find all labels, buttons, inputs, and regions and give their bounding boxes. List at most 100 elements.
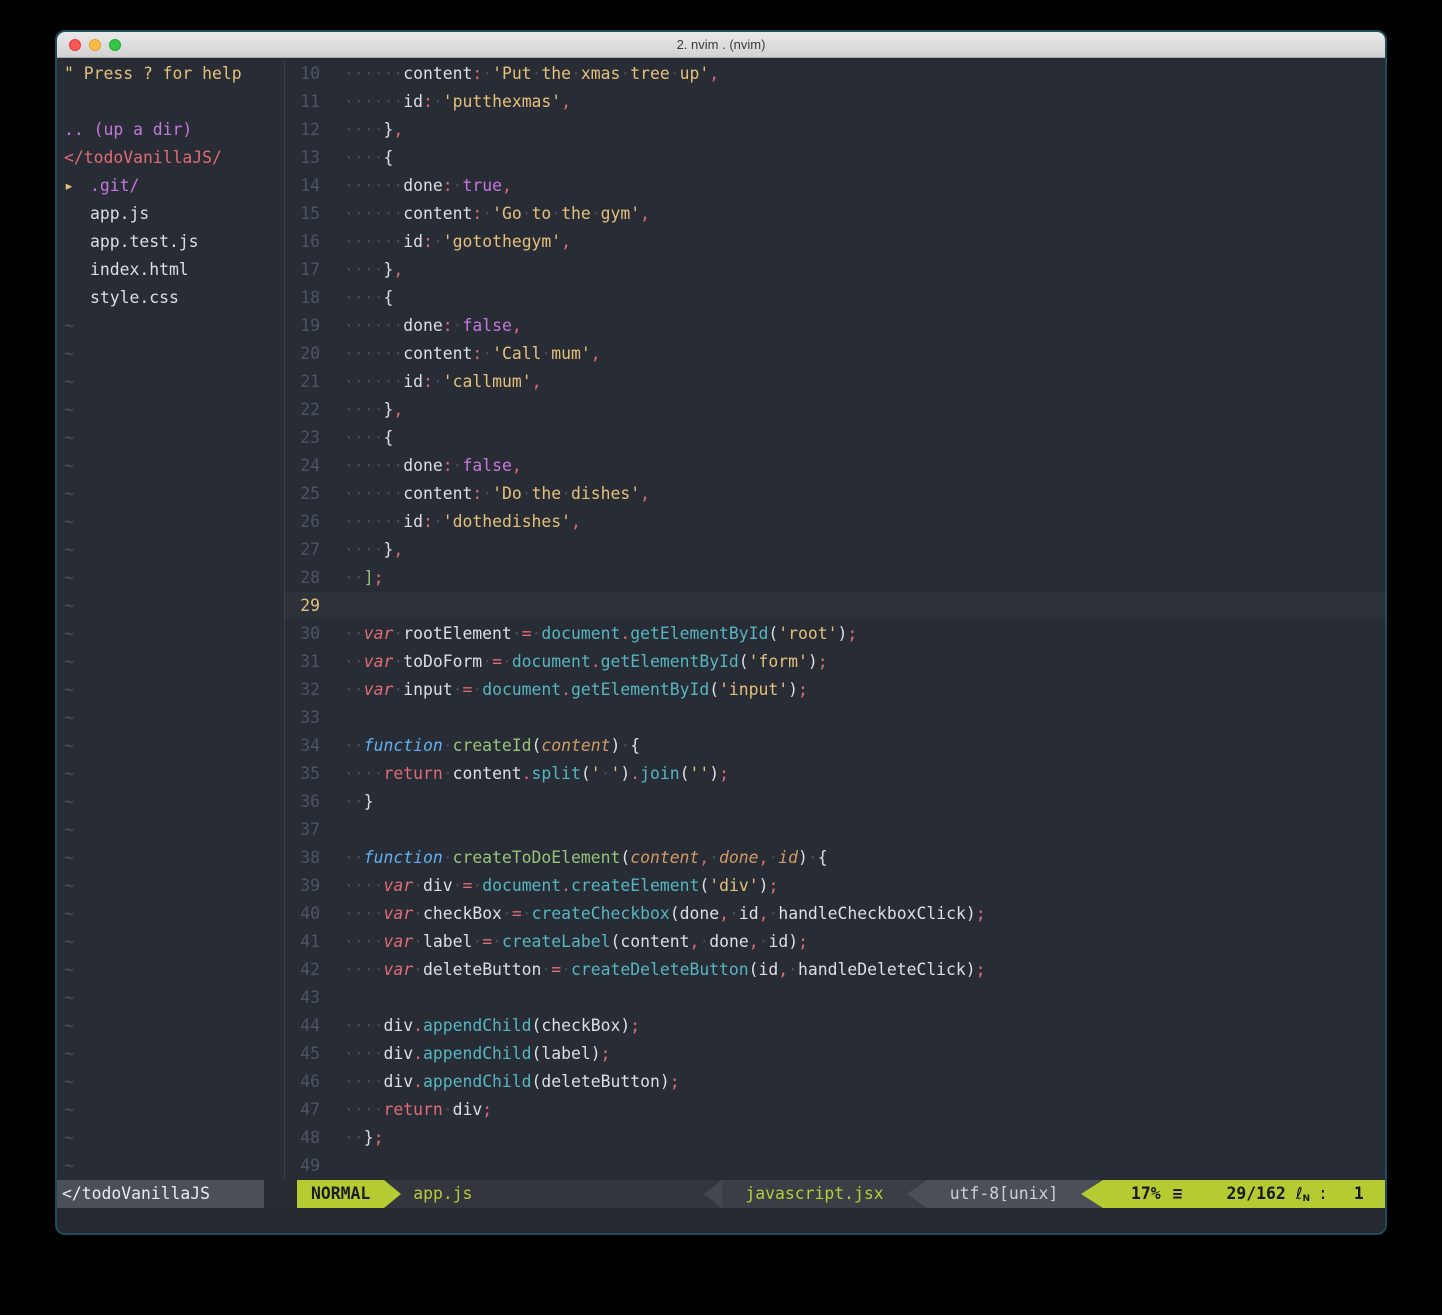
code-line-13[interactable]: 13····{ bbox=[285, 144, 1385, 172]
empty-buffer-tilde: ~ bbox=[57, 984, 284, 1012]
code-line-33[interactable]: 33 bbox=[285, 704, 1385, 732]
code-line-11[interactable]: 11······id:·'putthexmas', bbox=[285, 88, 1385, 116]
encoding-segment: utf-8[unix] bbox=[927, 1180, 1081, 1208]
zoom-button[interactable] bbox=[109, 39, 121, 51]
empty-buffer-tilde: ~ bbox=[57, 788, 284, 816]
line-number: 22 bbox=[285, 396, 333, 424]
line-number: 46 bbox=[285, 1068, 333, 1096]
code-line-16[interactable]: 16······id:·'gotothegym', bbox=[285, 228, 1385, 256]
tree-root[interactable]: </todoVanillaJS/ bbox=[57, 144, 284, 172]
tree-up-dir[interactable]: .. (up a dir) bbox=[57, 116, 284, 144]
code-line-31[interactable]: 31··var·toDoForm·=·document.getElementBy… bbox=[285, 648, 1385, 676]
code-line-34[interactable]: 34··function·createId(content)·{ bbox=[285, 732, 1385, 760]
line-number: 23 bbox=[285, 424, 333, 452]
collapsed-dir-arrow-icon[interactable]: ▸ bbox=[64, 172, 90, 200]
empty-buffer-tilde: ~ bbox=[57, 592, 284, 620]
code-line-text: ··var·input·=·document.getElementById('i… bbox=[333, 676, 808, 704]
code-line-27[interactable]: 27····}, bbox=[285, 536, 1385, 564]
filename-segment: app.js bbox=[401, 1180, 704, 1208]
code-line-23[interactable]: 23····{ bbox=[285, 424, 1385, 452]
line-number: 49 bbox=[285, 1152, 333, 1180]
line-number: 38 bbox=[285, 844, 333, 872]
code-line-14[interactable]: 14······done:·true, bbox=[285, 172, 1385, 200]
code-line-37[interactable]: 37 bbox=[285, 816, 1385, 844]
code-line-46[interactable]: 46····div.appendChild(deleteButton); bbox=[285, 1068, 1385, 1096]
code-line-text: ··function·createToDoElement(content,·do… bbox=[333, 844, 828, 872]
code-line-15[interactable]: 15······content:·'Go·to·the·gym', bbox=[285, 200, 1385, 228]
code-line-47[interactable]: 47····return·div; bbox=[285, 1096, 1385, 1124]
code-line-text: ······content:·'Go·to·the·gym', bbox=[333, 200, 650, 228]
tree-help-line[interactable]: " Press ? for help bbox=[57, 60, 284, 88]
tree-item-index-html[interactable]: index.html bbox=[57, 256, 284, 284]
code-line-text: ····var·label·=·createLabel(content,·don… bbox=[333, 928, 808, 956]
window-title: 2. nvim . (nvim) bbox=[57, 32, 1385, 57]
close-button[interactable] bbox=[69, 39, 81, 51]
tree-item-label: app.test.js bbox=[90, 232, 199, 251]
line-number: 42 bbox=[285, 956, 333, 984]
line-number-icon: ℓN bbox=[1296, 1180, 1310, 1208]
code-line-35[interactable]: 35····return·content.split('·').join('')… bbox=[285, 760, 1385, 788]
empty-buffer-tilde: ~ bbox=[57, 760, 284, 788]
tree-item-style-css[interactable]: style.css bbox=[57, 284, 284, 312]
code-line-text: ······content:·'Call·mum', bbox=[333, 340, 601, 368]
code-line-12[interactable]: 12····}, bbox=[285, 116, 1385, 144]
code-line-29[interactable]: 29 bbox=[285, 592, 1385, 620]
code-line-22[interactable]: 22····}, bbox=[285, 396, 1385, 424]
titlebar[interactable]: 2. nvim . (nvim) bbox=[57, 32, 1385, 58]
code-line-text: ····{ bbox=[333, 424, 393, 452]
empty-buffer-tilde: ~ bbox=[57, 676, 284, 704]
empty-buffer-tilde: ~ bbox=[57, 424, 284, 452]
line-number: 45 bbox=[285, 1040, 333, 1068]
code-line-40[interactable]: 40····var·checkBox·=·createCheckbox(done… bbox=[285, 900, 1385, 928]
code-line-19[interactable]: 19······done:·false, bbox=[285, 312, 1385, 340]
empty-buffer-tilde: ~ bbox=[57, 844, 284, 872]
line-number: 41 bbox=[285, 928, 333, 956]
code-line-42[interactable]: 42····var·deleteButton·=·createDeleteBut… bbox=[285, 956, 1385, 984]
code-line-20[interactable]: 20······content:·'Call·mum', bbox=[285, 340, 1385, 368]
code-line-38[interactable]: 38··function·createToDoElement(content,·… bbox=[285, 844, 1385, 872]
line-number: 34 bbox=[285, 732, 333, 760]
empty-buffer-tilde: ~ bbox=[57, 312, 284, 340]
tree-item-app-test-js[interactable]: app.test.js bbox=[57, 228, 284, 256]
code-line-43[interactable]: 43 bbox=[285, 984, 1385, 1012]
code-line-text: ····div.appendChild(checkBox); bbox=[333, 1012, 640, 1040]
code-line-32[interactable]: 32··var·input·=·document.getElementById(… bbox=[285, 676, 1385, 704]
minimize-button[interactable] bbox=[89, 39, 101, 51]
code-line-48[interactable]: 48··}; bbox=[285, 1124, 1385, 1152]
code-line-21[interactable]: 21······id:·'callmum', bbox=[285, 368, 1385, 396]
code-line-49[interactable]: 49 bbox=[285, 1152, 1385, 1180]
line-number: 24 bbox=[285, 452, 333, 480]
code-line-18[interactable]: 18····{ bbox=[285, 284, 1385, 312]
code-editor[interactable]: 10······content:·'Put·the·xmas·tree·up',… bbox=[285, 60, 1385, 1180]
code-line-10[interactable]: 10······content:·'Put·the·xmas·tree·up', bbox=[285, 60, 1385, 88]
empty-buffer-tilde: ~ bbox=[57, 396, 284, 424]
code-line-25[interactable]: 25······content:·'Do·the·dishes', bbox=[285, 480, 1385, 508]
code-line-text bbox=[333, 816, 344, 844]
code-line-28[interactable]: 28··]; bbox=[285, 564, 1385, 592]
code-line-24[interactable]: 24······done:·false, bbox=[285, 452, 1385, 480]
code-line-17[interactable]: 17····}, bbox=[285, 256, 1385, 284]
code-line-text: ······content:·'Do·the·dishes', bbox=[333, 480, 650, 508]
code-line-44[interactable]: 44····div.appendChild(checkBox); bbox=[285, 1012, 1385, 1040]
code-line-26[interactable]: 26······id:·'dothedishes', bbox=[285, 508, 1385, 536]
code-line-text: ····{ bbox=[333, 284, 393, 312]
code-line-text: ··var·rootElement·=·document.getElementB… bbox=[333, 620, 857, 648]
statusline-gap bbox=[264, 1180, 284, 1208]
code-line-text bbox=[333, 984, 344, 1012]
line-number: 28 bbox=[285, 564, 333, 592]
tree-item-git[interactable]: ▸.git/ bbox=[57, 172, 284, 200]
code-line-39[interactable]: 39····var·div·=·document.createElement('… bbox=[285, 872, 1385, 900]
tree-item-app-js[interactable]: app.js bbox=[57, 200, 284, 228]
line-number: 15 bbox=[285, 200, 333, 228]
code-line-36[interactable]: 36··} bbox=[285, 788, 1385, 816]
code-line-text: ····var·deleteButton·=·createDeleteButto… bbox=[333, 956, 986, 984]
code-line-45[interactable]: 45····div.appendChild(label); bbox=[285, 1040, 1385, 1068]
cursor-position: 29/162 bbox=[1226, 1180, 1285, 1208]
command-line[interactable] bbox=[57, 1208, 1385, 1233]
code-line-41[interactable]: 41····var·label·=·createLabel(content,·d… bbox=[285, 928, 1385, 956]
code-line-30[interactable]: 30··var·rootElement·=·document.getElemen… bbox=[285, 620, 1385, 648]
file-explorer[interactable]: " Press ? for help .. (up a dir)</todoVan… bbox=[57, 60, 284, 1180]
line-number: 37 bbox=[285, 816, 333, 844]
line-number: 10 bbox=[285, 60, 333, 88]
line-number: 48 bbox=[285, 1124, 333, 1152]
